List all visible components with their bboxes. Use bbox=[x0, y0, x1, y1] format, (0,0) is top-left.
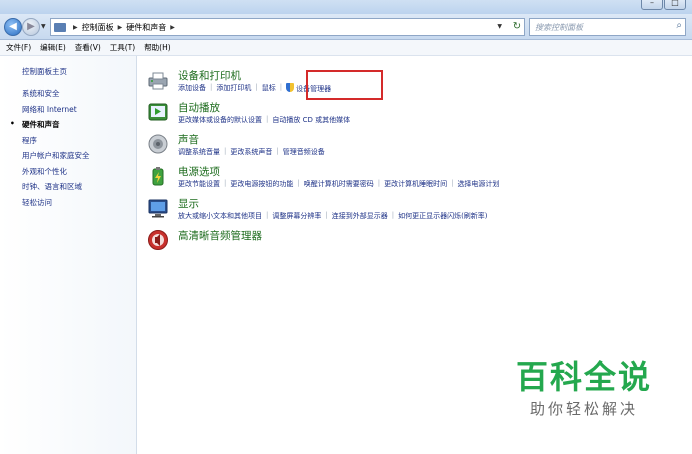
speaker-icon[interactable] bbox=[147, 133, 169, 155]
link-autoplay-cd[interactable]: 自动播放 CD 或其他媒体 bbox=[272, 115, 350, 125]
shield-icon bbox=[286, 83, 295, 92]
caption-buttons: – □ bbox=[640, 0, 686, 10]
maximize-button[interactable]: □ bbox=[664, 0, 686, 10]
sidebar-item-network[interactable]: 网络和 Internet bbox=[22, 104, 90, 120]
category-title[interactable]: 设备和打印机 bbox=[178, 68, 241, 83]
link-change-sleep-time[interactable]: 更改计算机睡眠时间 bbox=[384, 179, 447, 189]
autoplay-icon[interactable] bbox=[147, 101, 169, 123]
breadcrumb-separator-icon[interactable]: ▶ bbox=[118, 24, 123, 31]
highlight-box bbox=[306, 70, 383, 100]
sidebar-item-ease-of-access[interactable]: 轻松访问 bbox=[22, 197, 90, 213]
search-placeholder: 搜索控制面板 bbox=[535, 23, 583, 32]
watermark-title: 百科全说 bbox=[516, 358, 653, 396]
sidebar-item-user-accounts[interactable]: 用户帐户和家庭安全 bbox=[22, 150, 90, 166]
link-divider: | bbox=[255, 83, 258, 91]
breadcrumb-separator-icon[interactable]: ▶ bbox=[170, 24, 175, 31]
link-choose-power-plan[interactable]: 选择电源计划 bbox=[457, 179, 499, 189]
search-icon[interactable]: ⌕ bbox=[676, 20, 682, 31]
back-button[interactable]: ◀ bbox=[4, 18, 22, 36]
recent-pages-dropdown-icon[interactable]: ▼ bbox=[41, 23, 46, 30]
link-change-media-defaults[interactable]: 更改媒体或设备的默认设置 bbox=[178, 115, 262, 125]
sidebar-item-programs[interactable]: 程序 bbox=[22, 135, 90, 151]
link-external-display[interactable]: 连接到外部显示器 bbox=[332, 211, 388, 221]
link-zoom-text[interactable]: 放大或缩小文本和其他项目 bbox=[178, 211, 262, 221]
breadcrumb-separator-icon[interactable]: ▶ bbox=[73, 24, 78, 31]
menu-help[interactable]: 帮助(H) bbox=[144, 42, 171, 53]
link-divider: | bbox=[297, 179, 300, 187]
menu-view[interactable]: 查看(V) bbox=[75, 42, 101, 53]
link-divider: | bbox=[279, 83, 283, 91]
link-add-printer[interactable]: 添加打印机 bbox=[216, 83, 251, 94]
audio-manager-icon[interactable] bbox=[147, 229, 169, 251]
link-divider: | bbox=[266, 115, 269, 123]
sidebar-item-hardware-sound[interactable]: 硬件和声音 bbox=[10, 119, 90, 135]
sidebar: 控制面板主页 系统和安全 网络和 Internet 硬件和声音 程序 用户帐户和… bbox=[0, 56, 137, 454]
link-manage-audio-devices[interactable]: 管理音频设备 bbox=[283, 147, 325, 157]
link-fix-flicker[interactable]: 如何更正显示器闪烁(刷新率) bbox=[398, 211, 487, 221]
category-title[interactable]: 电源选项 bbox=[178, 164, 220, 179]
link-divider: | bbox=[325, 211, 328, 219]
address-bar: ◀ ▶ ▼ ▶ 控制面板 ▶ 硬件和声音 ▶ ▼ ↻ 搜索控制面板 ⌕ bbox=[0, 14, 692, 40]
link-change-sounds[interactable]: 更改系统声音 bbox=[230, 147, 272, 157]
link-divider: | bbox=[224, 147, 227, 155]
link-divider: | bbox=[276, 147, 279, 155]
sidebar-item-clock-language[interactable]: 时钟、语言和区域 bbox=[22, 181, 90, 197]
category-links: 放大或缩小文本和其他项目 | 调整屏幕分辨率 | 连接到外部显示器 | 如何更正… bbox=[178, 211, 488, 221]
category-title[interactable]: 高清晰音频管理器 bbox=[178, 228, 262, 243]
category-title[interactable]: 显示 bbox=[178, 196, 199, 211]
menu-edit[interactable]: 编辑(E) bbox=[40, 42, 66, 53]
link-divider: | bbox=[451, 179, 454, 187]
printer-icon[interactable] bbox=[147, 69, 169, 91]
link-divider: | bbox=[224, 179, 227, 187]
address-dropdown-icon[interactable]: ▼ bbox=[497, 23, 502, 30]
link-adjust-volume[interactable]: 调整系统音量 bbox=[178, 147, 220, 157]
link-screen-resolution[interactable]: 调整屏幕分辨率 bbox=[272, 211, 321, 221]
forward-button[interactable]: ▶ bbox=[22, 18, 40, 36]
sidebar-list: 系统和安全 网络和 Internet 硬件和声音 程序 用户帐户和家庭安全 外观… bbox=[10, 88, 90, 213]
link-power-saving-settings[interactable]: 更改节能设置 bbox=[178, 179, 220, 189]
category-links: 更改节能设置 | 更改电源按钮的功能 | 唤醒计算机时需要密码 | 更改计算机睡… bbox=[178, 179, 499, 189]
sidebar-item-appearance[interactable]: 外观和个性化 bbox=[22, 166, 90, 182]
breadcrumb-hardware-sound[interactable]: 硬件和声音 bbox=[126, 22, 166, 33]
title-bar: – □ bbox=[0, 0, 692, 14]
category-title[interactable]: 自动播放 bbox=[178, 100, 220, 115]
control-panel-icon bbox=[54, 22, 66, 32]
link-divider: | bbox=[377, 179, 381, 187]
link-require-password-on-wake[interactable]: 唤醒计算机时需要密码 bbox=[304, 179, 374, 189]
category-title[interactable]: 声音 bbox=[178, 132, 199, 147]
link-mouse[interactable]: 鼠标 bbox=[262, 83, 276, 94]
control-panel-window: – □ ◀ ▶ ▼ ▶ 控制面板 ▶ 硬件和声音 ▶ ▼ ↻ 搜索控制面板 ⌕ … bbox=[0, 0, 692, 454]
monitor-icon[interactable] bbox=[147, 197, 169, 219]
search-input[interactable]: 搜索控制面板 ⌕ bbox=[529, 18, 686, 36]
menu-file[interactable]: 文件(F) bbox=[6, 42, 31, 53]
sidebar-home-link[interactable]: 控制面板主页 bbox=[22, 66, 67, 77]
category-links: 调整系统音量 | 更改系统声音 | 管理音频设备 bbox=[178, 147, 325, 157]
breadcrumb-control-panel[interactable]: 控制面板 bbox=[82, 22, 114, 33]
link-divider: | bbox=[266, 211, 269, 219]
minimize-button[interactable]: – bbox=[641, 0, 663, 10]
link-divider: | bbox=[391, 211, 395, 219]
address-field[interactable]: ▶ 控制面板 ▶ 硬件和声音 ▶ ▼ bbox=[50, 18, 525, 36]
battery-icon[interactable] bbox=[147, 165, 169, 187]
sidebar-item-system-security[interactable]: 系统和安全 bbox=[22, 88, 90, 104]
link-add-device[interactable]: 添加设备 bbox=[178, 83, 206, 94]
category-links: 更改媒体或设备的默认设置 | 自动播放 CD 或其他媒体 bbox=[178, 115, 350, 125]
watermark: 百科全说 助你轻松解决 bbox=[516, 358, 652, 419]
link-power-button-function[interactable]: 更改电源按钮的功能 bbox=[230, 179, 293, 189]
refresh-icon[interactable]: ↻ bbox=[509, 18, 525, 36]
watermark-subtitle: 助你轻松解决 bbox=[530, 400, 639, 418]
menu-bar: 文件(F) 编辑(E) 查看(V) 工具(T) 帮助(H) bbox=[0, 40, 692, 56]
menu-tools[interactable]: 工具(T) bbox=[110, 42, 135, 53]
link-divider: | bbox=[210, 83, 213, 91]
